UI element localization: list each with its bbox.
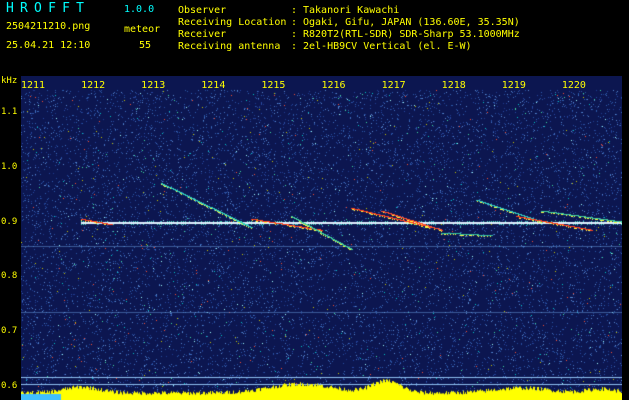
antenna-label: Receiving antenna [178, 41, 281, 52]
location-colon: : [291, 17, 298, 28]
frequency-tick-label: 0.7 [1, 326, 18, 337]
detection-count: 55 [139, 40, 152, 51]
time-tick-label: 1216 [321, 80, 346, 91]
capture-timestamp: 25.04.21 12:10 [6, 40, 91, 51]
observer-colon: : [291, 5, 298, 16]
time-tick-label: 1214 [201, 80, 226, 91]
time-tick-label: 1217 [381, 80, 406, 91]
time-tick-label: 1212 [81, 80, 106, 91]
frequency-tick-label: 1.0 [1, 161, 18, 172]
location-label: Receiving Location [178, 17, 287, 28]
header-panel: HROFFT 1.0.0 2504211210.png 25.04.21 12:… [0, 0, 629, 76]
location-value: Ogaki, Gifu, JAPAN (136.60E, 35.35N) [303, 17, 520, 28]
detection-label: meteor [124, 24, 161, 35]
receiver-value: R820T2(RTL-SDR) SDR-Sharp 53.1000MHz [303, 29, 520, 40]
observer-label: Observer [178, 5, 227, 16]
observer-value: Takanori Kawachi [303, 5, 400, 16]
app-title: HROFFT [6, 1, 91, 16]
frequency-axis: kHz 1.1 1.0 0.9 0.8 0.7 0.6 [0, 76, 21, 400]
frequency-tick-label: 0.9 [1, 216, 18, 227]
receiver-label: Receiver [178, 29, 227, 40]
time-tick-label: 1213 [141, 80, 166, 91]
time-axis: 1211 1212 1213 1214 1215 1216 1217 1218 1219 1220 [0, 76, 629, 92]
time-tick-label: 1211 [20, 80, 46, 91]
spectrogram-panel [21, 76, 622, 400]
time-tick-label: 1220 [561, 80, 586, 91]
file-name: 2504211210.png [6, 21, 91, 32]
frequency-tick-label: 1.1 [1, 106, 18, 117]
antenna-value: 2el-HB9CV Vertical (el. E-W) [303, 41, 472, 52]
time-tick-label: 1215 [261, 80, 286, 91]
frequency-tick-label: 0.6 [1, 381, 18, 392]
frequency-unit: kHz [1, 76, 18, 86]
antenna-colon: : [291, 41, 298, 52]
time-tick-label: 1218 [441, 80, 466, 91]
time-tick-label: 1219 [501, 80, 526, 91]
frequency-tick-label: 0.8 [1, 271, 18, 282]
app-version: 1.0.0 [124, 4, 155, 15]
receiver-colon: : [291, 29, 298, 40]
spectrogram-canvas [21, 76, 622, 400]
